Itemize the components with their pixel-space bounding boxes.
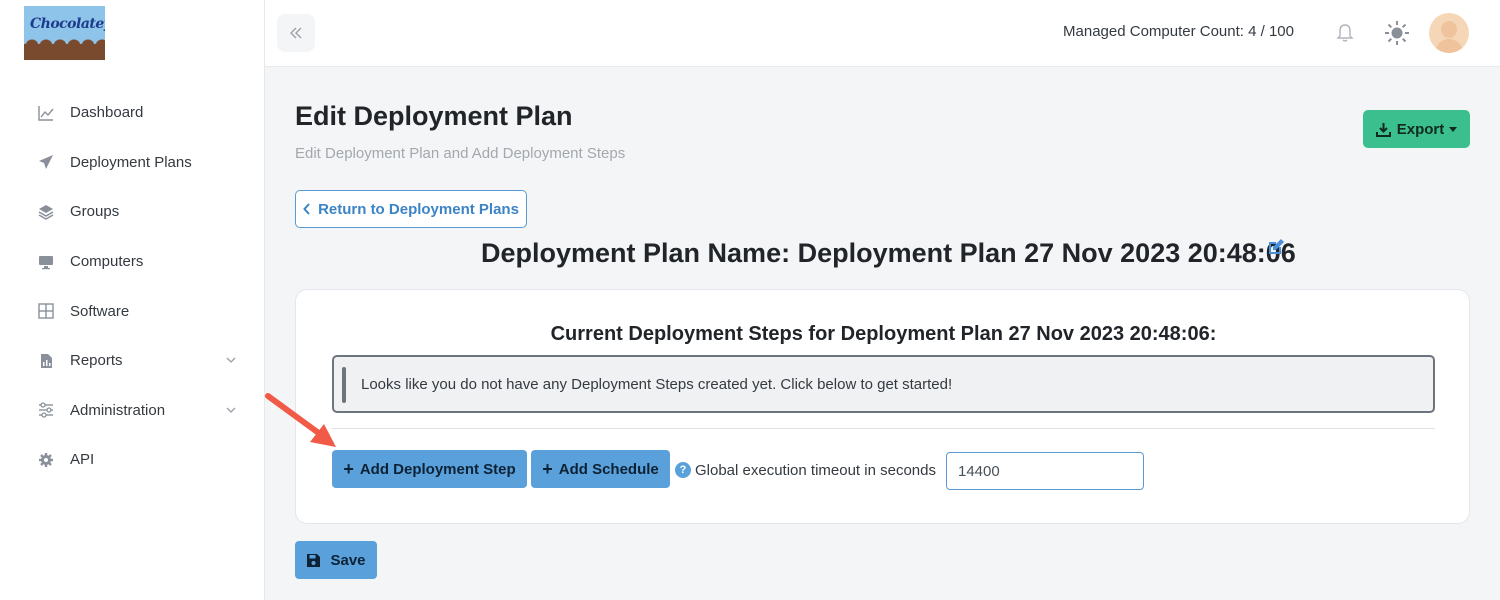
edit-icon[interactable] <box>1267 238 1285 256</box>
save-label: Save <box>330 551 366 569</box>
theme-toggle-sun-icon[interactable] <box>1384 20 1410 46</box>
avatar-body <box>1435 39 1463 53</box>
logo-chocolate <box>24 38 105 60</box>
annotation-arrow <box>265 393 336 447</box>
return-label: Return to Deployment Plans <box>318 200 519 218</box>
sidebar-nav: Dashboard Deployment Plans Groups Comput… <box>0 88 265 485</box>
sidebar-item-groups[interactable]: Groups <box>0 187 265 237</box>
sidebar-item-label: Software <box>70 302 130 320</box>
return-to-deployment-plans-button[interactable]: Return to Deployment Plans <box>295 190 527 228</box>
user-avatar[interactable] <box>1429 13 1469 53</box>
export-label: Export <box>1396 120 1445 138</box>
plus-icon: + <box>542 458 553 479</box>
timeout-input[interactable] <box>946 452 1144 490</box>
sidebar-item-api[interactable]: API <box>0 435 265 485</box>
deployment-plan-name: Deployment Plan Name: Deployment Plan 27… <box>481 238 1296 268</box>
collapse-sidebar-button[interactable] <box>277 14 315 52</box>
grid-icon <box>38 303 54 319</box>
add-schedule-label: Add Schedule <box>558 460 659 478</box>
add-deployment-step-button[interactable]: + Add Deployment Step <box>332 450 527 488</box>
divider <box>332 428 1435 429</box>
plus-icon: + <box>343 458 354 479</box>
avatar-head <box>1441 21 1457 38</box>
chevron-left-icon <box>303 203 310 215</box>
sidebar-item-administration[interactable]: Administration <box>0 386 265 436</box>
file-report-icon <box>38 353 54 369</box>
sidebar-item-reports[interactable]: Reports <box>0 336 265 386</box>
paper-plane-icon <box>38 154 54 170</box>
desktop-icon <box>38 254 54 270</box>
caret-down-icon <box>1449 126 1458 132</box>
chocolatey-logo[interactable]: Chocolatey <box>24 6 105 60</box>
sidebar-item-label: Groups <box>70 203 120 221</box>
sidebar-item-label: Deployment Plans <box>70 153 192 171</box>
layers-icon <box>38 204 54 220</box>
add-schedule-button[interactable]: + Add Schedule <box>531 450 670 488</box>
page-title: Edit Deployment Plan <box>295 101 573 131</box>
empty-steps-alert: Looks like you do not have any Deploymen… <box>332 355 1435 413</box>
gear-icon <box>38 452 54 468</box>
managed-computer-count: Managed Computer Count: 4 / 100 <box>1063 23 1294 40</box>
sidebar-item-label: Reports <box>70 352 123 370</box>
logo-text: Chocolatey <box>30 16 105 32</box>
help-icon[interactable]: ? <box>675 462 691 478</box>
export-button[interactable]: Export <box>1363 110 1470 148</box>
chart-line-icon <box>38 105 54 121</box>
sidebar-item-dashboard[interactable]: Dashboard <box>0 88 265 138</box>
deployment-steps-title: Current Deployment Steps for Deployment … <box>550 323 1217 345</box>
sidebar-item-computers[interactable]: Computers <box>0 237 265 287</box>
double-chevron-left-icon <box>290 27 302 39</box>
sidebar-item-deployment-plans[interactable]: Deployment Plans <box>0 138 265 188</box>
sidebar-item-label: Dashboard <box>70 104 144 122</box>
sidebar: Chocolatey Dashboard Deployment Plans Gr… <box>0 0 265 600</box>
empty-steps-message: Looks like you do not have any Deploymen… <box>361 376 953 393</box>
sliders-icon <box>38 402 54 419</box>
timeout-label: Global execution timeout in seconds <box>695 462 936 479</box>
bell-icon[interactable] <box>1334 22 1356 44</box>
floppy-disk-icon <box>307 553 321 567</box>
sidebar-item-software[interactable]: Software <box>0 286 265 336</box>
save-button[interactable]: Save <box>295 541 377 579</box>
page-subtitle: Edit Deployment Plan and Add Deployment … <box>295 145 626 162</box>
deployment-steps-card: Current Deployment Steps for Deployment … <box>295 289 1470 524</box>
sidebar-item-label: Computers <box>70 253 144 271</box>
top-bar: Managed Computer Count: 4 / 100 <box>265 0 1500 67</box>
add-step-label: Add Deployment Step <box>359 460 516 478</box>
chevron-down-icon <box>226 407 236 413</box>
chevron-down-icon <box>226 357 236 363</box>
sidebar-item-label: Administration <box>70 401 166 419</box>
sidebar-item-label: API <box>70 451 95 469</box>
download-icon <box>1375 122 1391 137</box>
alert-accent-bar <box>342 367 346 403</box>
